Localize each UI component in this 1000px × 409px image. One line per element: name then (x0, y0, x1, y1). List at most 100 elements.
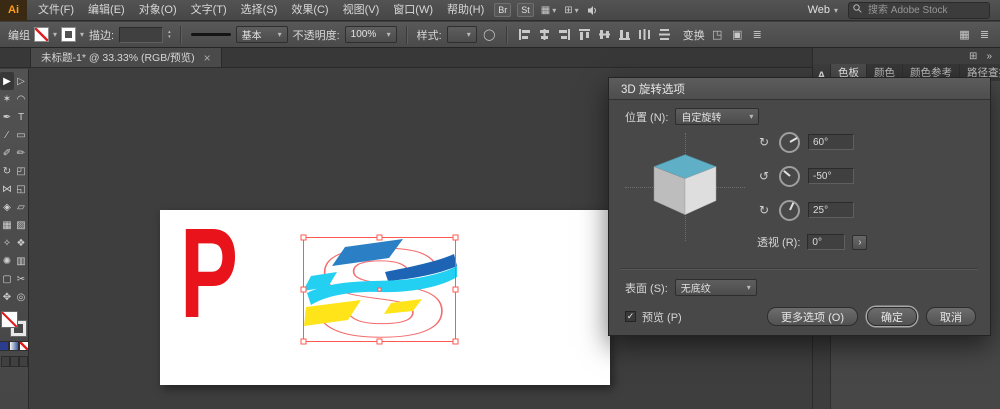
rotate-tool[interactable]: ↻ (0, 162, 14, 180)
column-graph-tool[interactable]: ▥ (14, 252, 28, 270)
zoom-tool[interactable]: ◎ (14, 288, 28, 306)
menu-window[interactable]: 窗口(W) (386, 0, 440, 21)
more-options-icon[interactable]: ≣ (750, 27, 765, 42)
menu-edit[interactable]: 编辑(E) (81, 0, 132, 21)
rotate-y-dial[interactable] (779, 165, 800, 187)
panel-grid-icon[interactable]: ⊞ (969, 51, 977, 62)
arrange-documents-icon[interactable]: ▦ ▾ (541, 5, 556, 16)
artboard-tool[interactable]: ▢ (0, 270, 14, 288)
position-select[interactable]: 自定旋转 ▾ (675, 108, 760, 125)
draw-behind-button[interactable] (10, 357, 18, 366)
line-segment-tool[interactable]: ∕ (0, 126, 14, 144)
align-left-icon[interactable] (517, 27, 532, 42)
surface-label: 表面 (S): (625, 282, 668, 295)
pen-tool[interactable]: ✒ (0, 108, 14, 126)
perspective-chevron-icon[interactable]: › (852, 234, 868, 250)
selection-tool[interactable]: ▶ (0, 72, 14, 90)
rotate-z-dial[interactable] (779, 199, 800, 221)
lasso-tool[interactable]: ◠ (14, 90, 28, 108)
stroke-width-input[interactable] (119, 26, 164, 43)
rotate-z-input[interactable]: 25° (808, 202, 854, 218)
bridge-button[interactable]: Br (494, 3, 512, 17)
letter-p-artwork[interactable]: P (180, 210, 238, 345)
stroke-color-caret-icon[interactable]: ▾ (80, 30, 84, 39)
symbol-sprayer-tool[interactable]: ✺ (0, 252, 14, 270)
eyedropper-tool[interactable]: ✧ (0, 234, 14, 252)
distribute-horizontal-icon[interactable] (637, 27, 652, 42)
brush-definition-select[interactable]: 基本 ▾ (235, 26, 288, 43)
align-bottom-icon[interactable] (617, 27, 632, 42)
menubar: Ai 文件(F) 编辑(E) 对象(O) 文字(T) 选择(S) 效果(C) 视… (0, 0, 1000, 21)
blend-tool[interactable]: ❖ (14, 234, 28, 252)
rotate-x-input[interactable]: 60° (808, 134, 854, 150)
opacity-select[interactable]: 100% ▾ (344, 26, 397, 43)
rotation-preview[interactable] (625, 133, 745, 241)
close-icon[interactable]: × (204, 52, 211, 64)
gradient-button[interactable] (10, 342, 18, 350)
stroke-color-control[interactable] (62, 28, 76, 41)
document-layout-icon[interactable]: ⊞ ▾ (564, 5, 578, 16)
rotate-y-input[interactable]: -50° (808, 168, 854, 184)
menu-view[interactable]: 视图(V) (336, 0, 387, 21)
dialog-title[interactable]: 3D 旋转选项 (609, 78, 990, 100)
more-options-button[interactable]: 更多选项 (O) (767, 307, 858, 326)
align-vertical-center-icon[interactable] (597, 27, 612, 42)
surface-select[interactable]: 无底纹 ▾ (674, 279, 757, 296)
document-tab[interactable]: 未标题-1* @ 33.33% (RGB/预览) × (30, 48, 222, 67)
speaker-icon[interactable] (587, 5, 598, 16)
scale-tool[interactable]: ◰ (14, 162, 28, 180)
slice-tool[interactable]: ✂ (14, 270, 28, 288)
none-button[interactable] (20, 342, 28, 350)
shape-builder-tool[interactable]: ◈ (0, 198, 14, 216)
transform-link[interactable]: 变换 (683, 27, 705, 43)
workspace-grid-icon[interactable]: ▦ (957, 27, 972, 42)
recolor-artwork-icon[interactable]: ◯ (482, 27, 497, 42)
control-panel-menu-icon[interactable]: ≣ (977, 27, 992, 42)
preview-checkbox[interactable]: ✓ (625, 311, 636, 322)
rotate-x-dial[interactable] (779, 131, 800, 153)
fill-swatch[interactable] (2, 312, 17, 327)
workspace-switcher[interactable]: Web ▾ (808, 4, 838, 16)
brush-stroke-preview[interactable] (190, 29, 231, 41)
stroke-width-stepper[interactable]: ▴ ▾ (168, 29, 171, 40)
gradient-tool[interactable]: ▨ (14, 216, 28, 234)
menu-file[interactable]: 文件(F) (31, 0, 81, 21)
style-select[interactable]: ▾ (446, 26, 477, 43)
width-tool[interactable]: ⋈ (0, 180, 14, 198)
draw-normal-button[interactable] (1, 357, 9, 366)
menu-effect[interactable]: 效果(C) (284, 0, 335, 21)
menu-select[interactable]: 选择(S) (234, 0, 285, 21)
perspective-input[interactable]: 0° (807, 234, 846, 250)
isolate-selection-icon[interactable]: ▣ (730, 27, 745, 42)
fill-color-caret-icon[interactable]: ▾ (53, 30, 57, 39)
collapse-panels-icon[interactable]: » (986, 51, 992, 62)
stock-button[interactable]: St (517, 3, 534, 17)
direct-selection-tool[interactable]: ▷ (14, 72, 28, 90)
search-input[interactable] (866, 3, 985, 17)
align-horizontal-center-icon[interactable] (537, 27, 552, 42)
pencil-tool[interactable]: ✏ (14, 144, 28, 162)
fill-color-control[interactable] (35, 28, 48, 41)
color-button[interactable] (0, 342, 8, 350)
align-top-icon[interactable] (577, 27, 592, 42)
search-icon (853, 4, 862, 16)
menu-help[interactable]: 帮助(H) (440, 0, 491, 21)
perspective-grid-tool[interactable]: ▱ (14, 198, 28, 216)
paintbrush-tool[interactable]: ✐ (0, 144, 14, 162)
hand-tool[interactable]: ✥ (0, 288, 14, 306)
menu-object[interactable]: 对象(O) (132, 0, 184, 21)
type-tool[interactable]: T (14, 108, 28, 126)
cancel-button[interactable]: 取消 (926, 307, 976, 326)
artboard[interactable]: P S (160, 210, 610, 385)
rectangle-tool[interactable]: ▭ (14, 126, 28, 144)
mesh-tool[interactable]: ▦ (0, 216, 14, 234)
free-transform-tool[interactable]: ◱ (14, 180, 28, 198)
align-right-icon[interactable] (557, 27, 572, 42)
track-cube[interactable] (648, 153, 722, 219)
draw-inside-button[interactable] (19, 357, 27, 366)
transform-options-icon[interactable]: ◳ (710, 27, 725, 42)
ok-button[interactable]: 确定 (867, 307, 917, 326)
menu-type[interactable]: 文字(T) (184, 0, 234, 21)
magic-wand-tool[interactable]: ✶ (0, 90, 14, 108)
distribute-vertical-icon[interactable] (657, 27, 672, 42)
